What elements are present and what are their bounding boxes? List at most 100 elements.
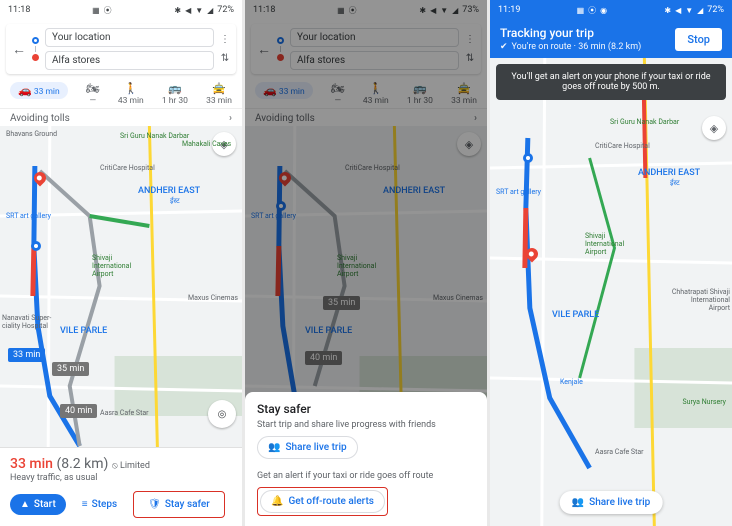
destination-field[interactable]: Alfa stores (290, 51, 459, 70)
route-limited-label: Limited (120, 461, 150, 471)
layers-icon[interactable]: ◈ (702, 116, 726, 140)
origin-dot-icon (277, 37, 284, 44)
share-icon: 👥 (572, 497, 584, 508)
status-bar: 11:18 ▦ ⦿ ✱ ◀ ▼ ◢ 72% (0, 0, 242, 20)
destination-dot-icon (277, 54, 284, 61)
status-left-icons: ▦ ⦿ ◉ (577, 5, 609, 16)
poi-shivaji: Shivaji International Airport (92, 254, 152, 278)
route-pill-40: 40 min (60, 404, 97, 418)
route-pill-33: 33 min (8, 348, 45, 362)
origin-field[interactable]: Your location (45, 28, 214, 47)
stay-safer-button[interactable]: 🛡Stay safer (138, 494, 220, 515)
navigate-icon: ▲ (20, 499, 30, 510)
poi-srt: SRT art gallery (251, 212, 296, 220)
status-right-icons: ✱ ◀ ▼ ◢ (419, 6, 459, 15)
share-desc: Start trip and share live progress with … (257, 420, 475, 430)
origin-marker-icon (31, 241, 41, 251)
poi-darbar: Sri Guru Nanak Darbar (610, 118, 679, 126)
share-live-trip-chip[interactable]: 👥 Share live trip (560, 491, 663, 514)
route-dots (277, 37, 284, 61)
poi-maxus: Maxus Cinemas (433, 294, 483, 302)
origin-marker-icon (276, 201, 286, 211)
swap-icon[interactable]: ⇅ (466, 53, 474, 64)
screen-stay-safer-sheet: 11:18 ▦ ⦿ ✱ ◀ ▼ ◢ 73% ← Your location Al… (245, 0, 487, 526)
status-battery: 72% (707, 5, 724, 15)
layers-icon[interactable]: ◈ (457, 132, 481, 156)
tracking-status: You're on route · 36 min (8.2 km) (512, 42, 642, 52)
poi-darbar: Sri Guru Nanak Darbar (120, 132, 189, 140)
status-right-icons: ✱ ◀ ▼ ◢ (174, 6, 214, 15)
poi-nanavati: Nanavati Super-ciality Hospital (2, 314, 52, 330)
map[interactable]: ◈ ANDHERI EAST ईस्ट VILE PARLE SRT art g… (490, 58, 732, 526)
poi-criticare: CritiCare Hospital (345, 164, 400, 172)
area-vile-parle: VILE PARLE (305, 326, 352, 336)
chevron-right-icon: › (229, 113, 232, 124)
route-time: 33 min (10, 456, 53, 472)
poi-srt: SRT art gallery (6, 212, 51, 220)
route-pill-35: 35 min (323, 296, 360, 310)
stay-safer-sheet: Stay safer Start trip and share live pro… (245, 392, 487, 526)
route-summary-sheet: 33 min (8.2 km) ⦸ Limited Heavy traffic,… (0, 447, 242, 526)
tracking-header: Tracking your trip ✔ You're on route · 36… (490, 20, 732, 62)
status-bar: 11:19 ▦ ⦿ ◉ ✱ ◀ ▼ ◢ 72% (490, 0, 732, 20)
poi-shivaji: Shivaji International Airport (585, 232, 645, 256)
route-pill-40: 40 min (305, 351, 342, 365)
stop-button[interactable]: Stop (675, 28, 722, 51)
back-icon[interactable]: ← (257, 41, 271, 58)
area-vile-parle: VILE PARLE (552, 310, 599, 320)
mode-walk[interactable]: 🚶43 min (118, 82, 144, 106)
more-icon[interactable]: ⋮ (220, 34, 230, 45)
mode-ride[interactable]: 🚖33 min (451, 82, 477, 106)
origin-marker-icon (523, 153, 533, 163)
tracking-title: Tracking your trip (500, 26, 641, 40)
area-andheri-east-sub: ईस्ट (670, 179, 680, 188)
area-andheri-east: ANDHERI EAST (383, 186, 445, 196)
origin-field[interactable]: Your location (290, 28, 459, 47)
status-left-icons: ▦ ⦿ (337, 5, 358, 16)
check-icon: ✔ (500, 42, 508, 52)
poi-shivaji: Shivaji International Airport (337, 254, 397, 278)
screen-directions: 11:18 ▦ ⦿ ✱ ◀ ▼ ◢ 72% ← Your location Al… (0, 0, 242, 526)
locate-icon[interactable]: ◎ (208, 400, 236, 428)
poi-criticare: CritiCare Hospital (595, 142, 650, 150)
route-card: ← Your location Alfa stores ⋮ ⇅ (251, 24, 481, 74)
steps-button[interactable]: ≡Steps (72, 494, 127, 515)
chevron-right-icon: › (474, 113, 477, 124)
route-distance: (8.2 km) (56, 456, 108, 472)
mode-bike[interactable]: 🏍— (331, 82, 345, 106)
mode-drive[interactable]: 🚗 33 min (255, 82, 313, 106)
screen-tracking: 11:19 ▦ ⦿ ◉ ✱ ◀ ▼ ◢ 72% Tracking your tr… (490, 0, 732, 526)
status-battery: 73% (462, 5, 479, 15)
avoiding-label: Avoiding tolls (10, 113, 70, 124)
poi-srt: SRT art gallery (496, 188, 541, 196)
poi-kenjale: Kenjale (560, 378, 583, 386)
mode-transit[interactable]: 🚌1 hr 30 (162, 82, 188, 106)
traffic-text: Heavy traffic, as usual (10, 473, 232, 483)
poi-chitra: Chhatrapati Shivaji International Airpor… (670, 288, 730, 312)
status-time: 11:18 (8, 5, 30, 15)
more-icon[interactable]: ⋮ (465, 34, 475, 45)
poi-aasra: Aasra Cafe Star (595, 448, 644, 456)
mode-walk[interactable]: 🚶43 min (363, 82, 389, 106)
route-pill-35: 35 min (52, 362, 89, 376)
mode-ride[interactable]: 🚖33 min (206, 82, 232, 106)
poi-maxus: Maxus Cinemas (188, 294, 238, 302)
share-live-trip-button[interactable]: 👥Share live trip (257, 436, 358, 459)
off-route-toast: You'll get an alert on your phone if you… (496, 64, 726, 100)
swap-icon[interactable]: ⇅ (221, 53, 229, 64)
mode-transit[interactable]: 🚌1 hr 30 (407, 82, 433, 106)
back-icon[interactable]: ← (12, 41, 26, 58)
shield-icon: 🛡 (148, 499, 161, 510)
mode-bike[interactable]: 🏍— (86, 82, 100, 106)
route-card: ← Your location Alfa stores ⋮ ⇅ (6, 24, 236, 74)
destination-field[interactable]: Alfa stores (45, 51, 214, 70)
area-vile-parle: VILE PARLE (60, 326, 107, 336)
poi-aasra: Aasra Cafe Star (100, 409, 149, 417)
status-right-icons: ✱ ◀ ▼ ◢ (664, 6, 704, 15)
get-off-route-alerts-button[interactable]: 🔔Get off-route alerts (260, 490, 385, 513)
mode-drive[interactable]: 🚗 33 min (10, 82, 68, 106)
poi-criticare: CritiCare Hospital (100, 164, 155, 172)
status-time: 11:19 (498, 5, 520, 15)
start-button[interactable]: ▲Start (10, 494, 66, 515)
avoiding-label: Avoiding tolls (255, 113, 315, 124)
